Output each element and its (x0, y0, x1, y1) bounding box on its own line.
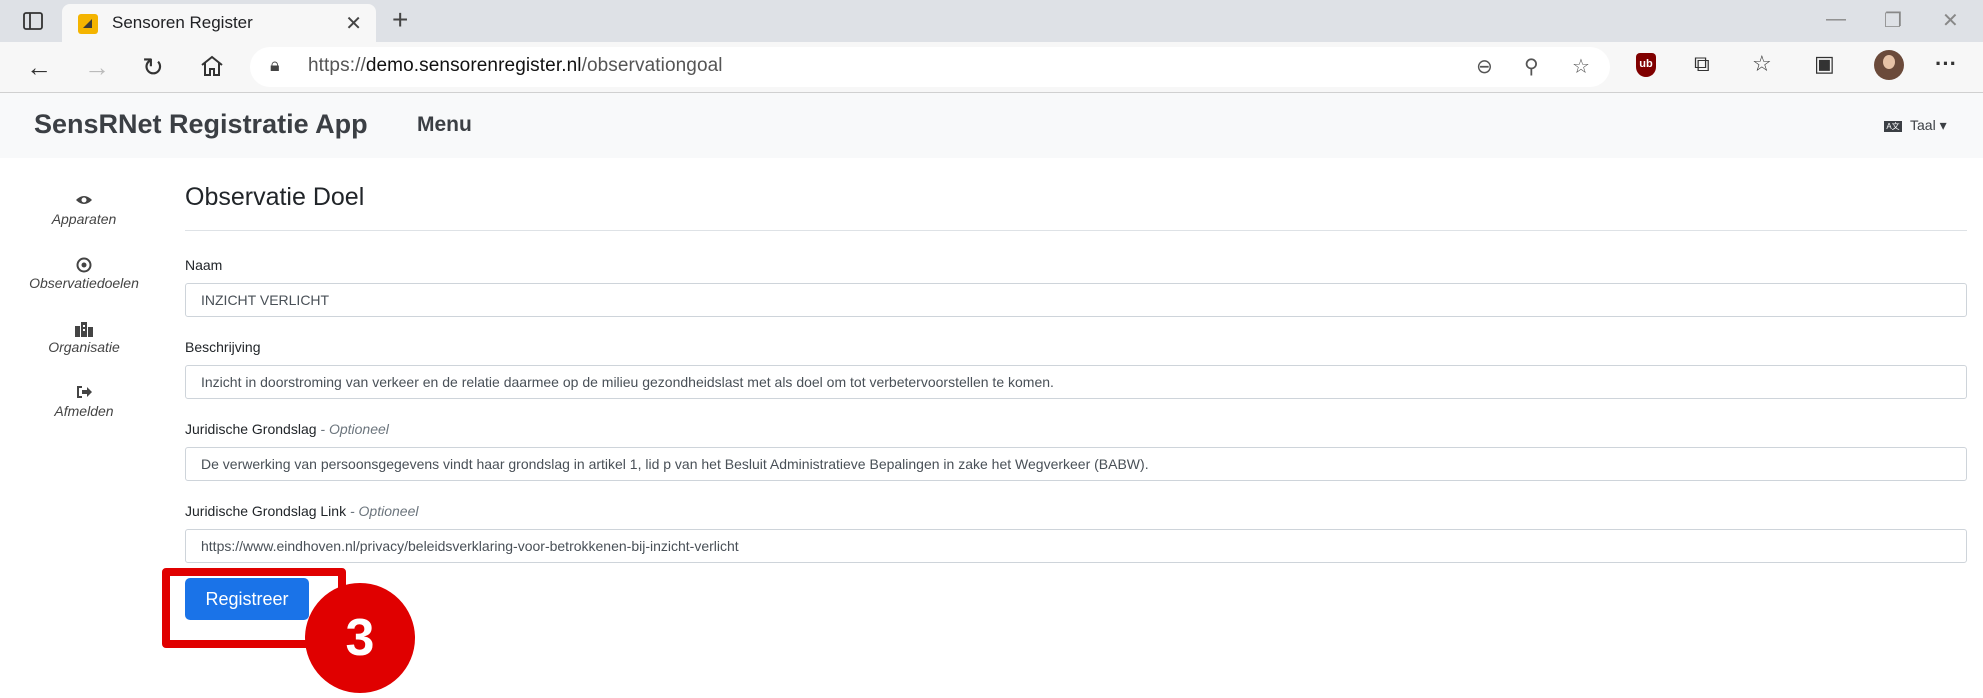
home-icon[interactable] (199, 54, 225, 78)
more-icon[interactable]: ··· (1935, 51, 1957, 77)
browser-toolbar: ← → ↻ 🔒︎ https://demo.sensorenregister.n… (0, 42, 1983, 93)
eye-icon (0, 193, 168, 211)
lock-icon[interactable]: 🔒︎ (270, 55, 280, 76)
optional-hint: - Optioneel (320, 421, 389, 437)
app-brand[interactable]: SensRNet Registratie App (34, 109, 368, 140)
juridische-grondslag-input[interactable]: De verwerking van persoonsgegevens vindt… (185, 447, 1967, 481)
sidebar-item-label: Organisatie (48, 339, 120, 355)
reload-icon[interactable]: ↻ (142, 52, 164, 83)
language-dropdown[interactable]: A文 Taal ▾ (1884, 117, 1947, 134)
juridische-grondslag-link-label: Juridische Grondslag Link - Optioneel (185, 503, 419, 519)
browser-tab-bar: Sensoren Register ✕ + — ❐ ✕ (0, 0, 1983, 42)
juridische-grondslag-value: De verwerking van persoonsgegevens vindt… (201, 456, 1149, 472)
beschrijving-input[interactable]: Inzicht in doorstroming van verkeer en d… (185, 365, 1967, 399)
sidebar-item-observatiedoelen[interactable]: Observatiedoelen (0, 257, 168, 291)
sidebar-item-label: Observatiedoelen (29, 275, 139, 291)
favicon-icon (78, 14, 98, 34)
browser-tab[interactable]: Sensoren Register ✕ (62, 4, 376, 42)
app-navbar: SensRNet Registratie App Menu A文 Taal ▾ (0, 93, 1983, 158)
tab-actions-icon[interactable] (22, 10, 44, 32)
favorites-icon[interactable]: ☆ (1752, 51, 1772, 77)
sidebar-item-organisatie[interactable]: Organisatie (0, 321, 168, 355)
account-key-icon[interactable]: ⚲ (1524, 54, 1539, 79)
sidebar-item-label: Apparaten (51, 211, 117, 227)
menu-button[interactable]: Menu (417, 113, 472, 137)
address-bar[interactable]: 🔒︎ https://demo.sensorenregister.nl/obse… (250, 47, 1610, 87)
optional-hint: - Optioneel (349, 503, 419, 519)
target-icon (0, 257, 168, 275)
sign-out-icon (0, 385, 168, 403)
juridische-grondslag-link-input[interactable]: https://www.eindhoven.nl/privacy/beleids… (185, 529, 1967, 563)
beschrijving-label: Beschrijving (185, 339, 261, 355)
building-icon (0, 321, 168, 339)
close-tab-icon[interactable]: ✕ (345, 11, 362, 36)
step-badge: 3 (305, 583, 415, 693)
url-text[interactable]: https://demo.sensorenregister.nl/observa… (308, 55, 723, 77)
add-favorite-icon[interactable]: ☆ (1572, 54, 1590, 79)
ublock-icon[interactable]: ub (1636, 53, 1656, 77)
tab-title: Sensoren Register (112, 13, 253, 32)
window-close-icon[interactable]: ✕ (1942, 8, 1959, 33)
zoom-out-icon[interactable]: ⊖ (1476, 54, 1493, 79)
naam-input[interactable]: INZICHT VERLICHT (185, 283, 1967, 317)
restore-icon[interactable]: ❐ (1884, 8, 1902, 33)
beschrijving-value: Inzicht in doorstroming van verkeer en d… (201, 374, 1054, 390)
language-label: Taal (1910, 117, 1936, 133)
profile-avatar[interactable] (1874, 50, 1904, 80)
back-icon[interactable]: ← (26, 52, 52, 83)
naam-value: INZICHT VERLICHT (201, 292, 330, 308)
forward-icon[interactable]: → (84, 52, 110, 83)
divider (185, 230, 1967, 231)
language-icon: A文 (1884, 120, 1902, 132)
juridische-grondslag-link-value: https://www.eindhoven.nl/privacy/beleids… (201, 538, 739, 554)
collections-icon[interactable]: ▣ (1814, 51, 1835, 77)
page-title: Observatie Doel (185, 183, 365, 211)
sidebar-item-label: Afmelden (54, 403, 114, 419)
new-tab-icon[interactable]: + (392, 4, 408, 36)
juridische-grondslag-label: Juridische Grondslag - Optioneel (185, 421, 389, 437)
extensions-icon[interactable]: ⧉ (1694, 51, 1710, 77)
minimize-icon[interactable]: — (1826, 8, 1846, 31)
naam-label: Naam (185, 257, 223, 273)
sidebar-item-afmelden[interactable]: Afmelden (0, 385, 168, 419)
sidebar-item-apparaten[interactable]: Apparaten (0, 193, 168, 227)
